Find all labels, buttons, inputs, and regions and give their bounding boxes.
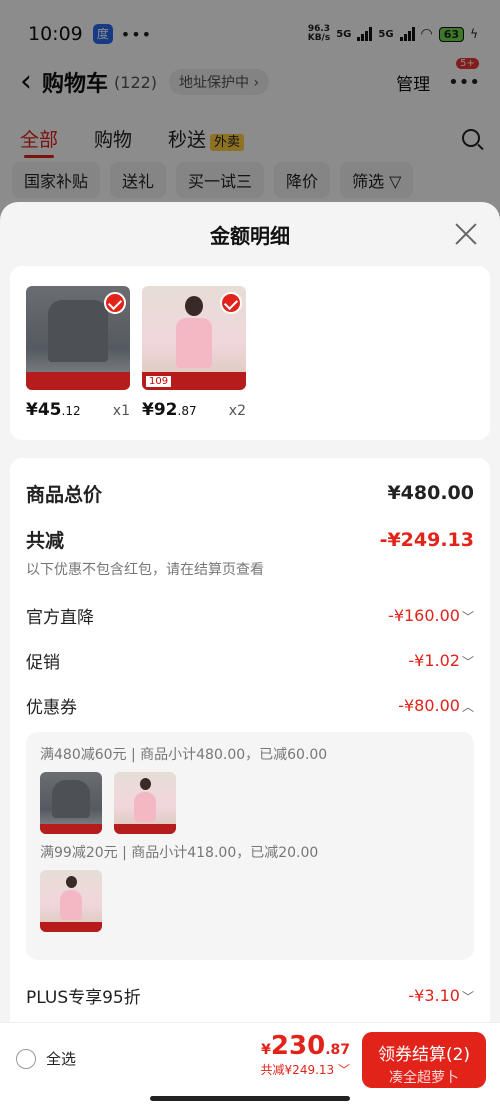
sheet-title: 金额明细 — [210, 223, 290, 248]
coupon-row[interactable]: 优惠券 -¥80.00 ︿ — [26, 683, 474, 728]
select-all-radio[interactable] — [16, 1048, 36, 1069]
checkout-bar: 全选 ¥230.87 共减¥249.13 ﹀ 领券结算(2) 凑全超萝卜 — [0, 1022, 500, 1111]
coupon-products — [40, 870, 460, 932]
product-price-line: ¥92.87 x2 — [142, 400, 246, 420]
price-dec: .12 — [61, 404, 81, 418]
products-card: ¥45.12 x1 109 ¥92.87 x2 — [10, 266, 490, 440]
coupon-value: -¥80.00 — [398, 696, 460, 715]
sweater-image — [48, 300, 108, 362]
promo-strip — [114, 824, 176, 834]
official-discount-value-wrap: -¥160.00 ﹀ — [388, 606, 474, 625]
total-value: ¥480.00 — [387, 482, 474, 504]
price-int: ¥45 — [26, 400, 62, 420]
coupon-details: 满480减60元 | 商品小计480.00，已减60.00 满99减20元 | … — [26, 732, 474, 960]
checkout-button[interactable]: 领券结算(2) 凑全超萝卜 — [362, 1032, 486, 1088]
product-price: ¥45.12 — [26, 400, 81, 420]
product-qty: x2 — [228, 403, 246, 419]
plus-discount-row[interactable]: PLUS专享95折 -¥3.10 ﹀ — [26, 974, 474, 1016]
checkout-sub-label: 凑全超萝卜 — [389, 1070, 459, 1086]
check-icon — [220, 292, 242, 314]
coupon-products — [40, 772, 460, 834]
plus-discount-label: PLUS专享95折 — [26, 987, 141, 1008]
total-discount-toggle[interactable]: 共减¥249.13 ﹀ — [261, 1061, 350, 1078]
plus-discount-value: -¥3.10 — [408, 985, 460, 1005]
coupon-product-thumbnail — [40, 772, 102, 834]
chevron-down-icon: ﹀ — [461, 989, 474, 1004]
official-discount-row[interactable]: 官方直降 -¥160.00 ﹀ — [26, 593, 474, 638]
sheet-header: 金额明细 — [0, 202, 500, 266]
total-label: 商品总价 — [26, 483, 103, 506]
product-item[interactable]: ¥45.12 x1 — [26, 286, 130, 420]
product-item[interactable]: 109 ¥92.87 x2 — [142, 286, 246, 420]
official-discount-label: 官方直降 — [26, 608, 94, 628]
model-image — [60, 876, 82, 920]
checkout-label: 领券结算(2) — [377, 1045, 471, 1065]
promotion-value-wrap: -¥1.02 ﹀ — [408, 651, 474, 670]
promotion-value: -¥1.02 — [408, 651, 460, 670]
model-image — [134, 778, 156, 822]
product-thumbnail: 109 — [142, 286, 246, 390]
select-all-toggle[interactable]: 全选 — [16, 1048, 76, 1069]
home-indicator[interactable] — [150, 1096, 350, 1101]
coupon-product-thumbnail — [114, 772, 176, 834]
chevron-down-icon: ﹀ — [461, 655, 474, 669]
promo-strip — [40, 824, 102, 834]
check-icon — [104, 292, 126, 314]
reduce-label: 共减 — [26, 530, 65, 552]
product-price: ¥92.87 — [142, 400, 197, 420]
model-image — [176, 296, 212, 370]
chevron-down-icon: ﹀ — [461, 610, 474, 624]
total-price: ¥230.87 共减¥249.13 ﹀ — [261, 1031, 350, 1078]
discount-note: 以下优惠不包含红包，请在结算页查看 — [26, 562, 264, 578]
promotion-row[interactable]: 促销 -¥1.02 ﹀ — [26, 638, 474, 683]
reduce-value: -¥249.13 — [379, 528, 474, 551]
coupon-line: 满99减20元 | 商品小计418.00，已减20.00 — [40, 845, 319, 861]
coupon-value-wrap: -¥80.00 ︿ — [398, 696, 474, 715]
product-price-line: ¥45.12 x1 — [26, 400, 130, 420]
reduce-row: 共减 -¥249.13 — [26, 526, 474, 553]
modal-overlay[interactable] — [0, 0, 500, 210]
promo-strip — [26, 372, 130, 390]
close-icon[interactable] — [454, 222, 478, 246]
coupon-line: 满480减60元 | 商品小计480.00，已减60.00 — [40, 747, 328, 763]
price-dec: .87 — [177, 404, 197, 418]
price-detail-card: 商品总价 ¥480.00 共减 -¥249.13 以下优惠不包含红包，请在结算页… — [10, 458, 490, 1038]
total-dec: .87 — [325, 1042, 350, 1058]
total-row: 商品总价 ¥480.00 — [26, 478, 474, 508]
promotion-label: 促销 — [26, 653, 60, 673]
product-thumbnail — [26, 286, 130, 390]
sweater-image — [52, 780, 90, 818]
amount-detail-sheet: 金额明细 ¥45.12 x1 109 ¥92.87 x2 商品总价 ¥480.0… — [0, 202, 500, 1111]
price-int: ¥92 — [142, 400, 178, 420]
select-all-label: 全选 — [46, 1050, 77, 1068]
strip-price: 109 — [146, 376, 172, 387]
chevron-up-icon: ︿ — [461, 700, 474, 714]
coupon-label: 优惠券 — [26, 698, 77, 718]
coupon-product-thumbnail — [40, 870, 102, 932]
total-int: 230 — [270, 1031, 326, 1061]
currency-symbol: ¥ — [261, 1042, 271, 1058]
promo-strip — [40, 922, 102, 932]
product-qty: x1 — [112, 403, 130, 419]
total-amount: ¥230.87 — [261, 1031, 350, 1061]
official-discount-value: -¥160.00 — [388, 606, 460, 625]
plus-discount-value-wrap: -¥3.10 ﹀ — [408, 986, 474, 1005]
